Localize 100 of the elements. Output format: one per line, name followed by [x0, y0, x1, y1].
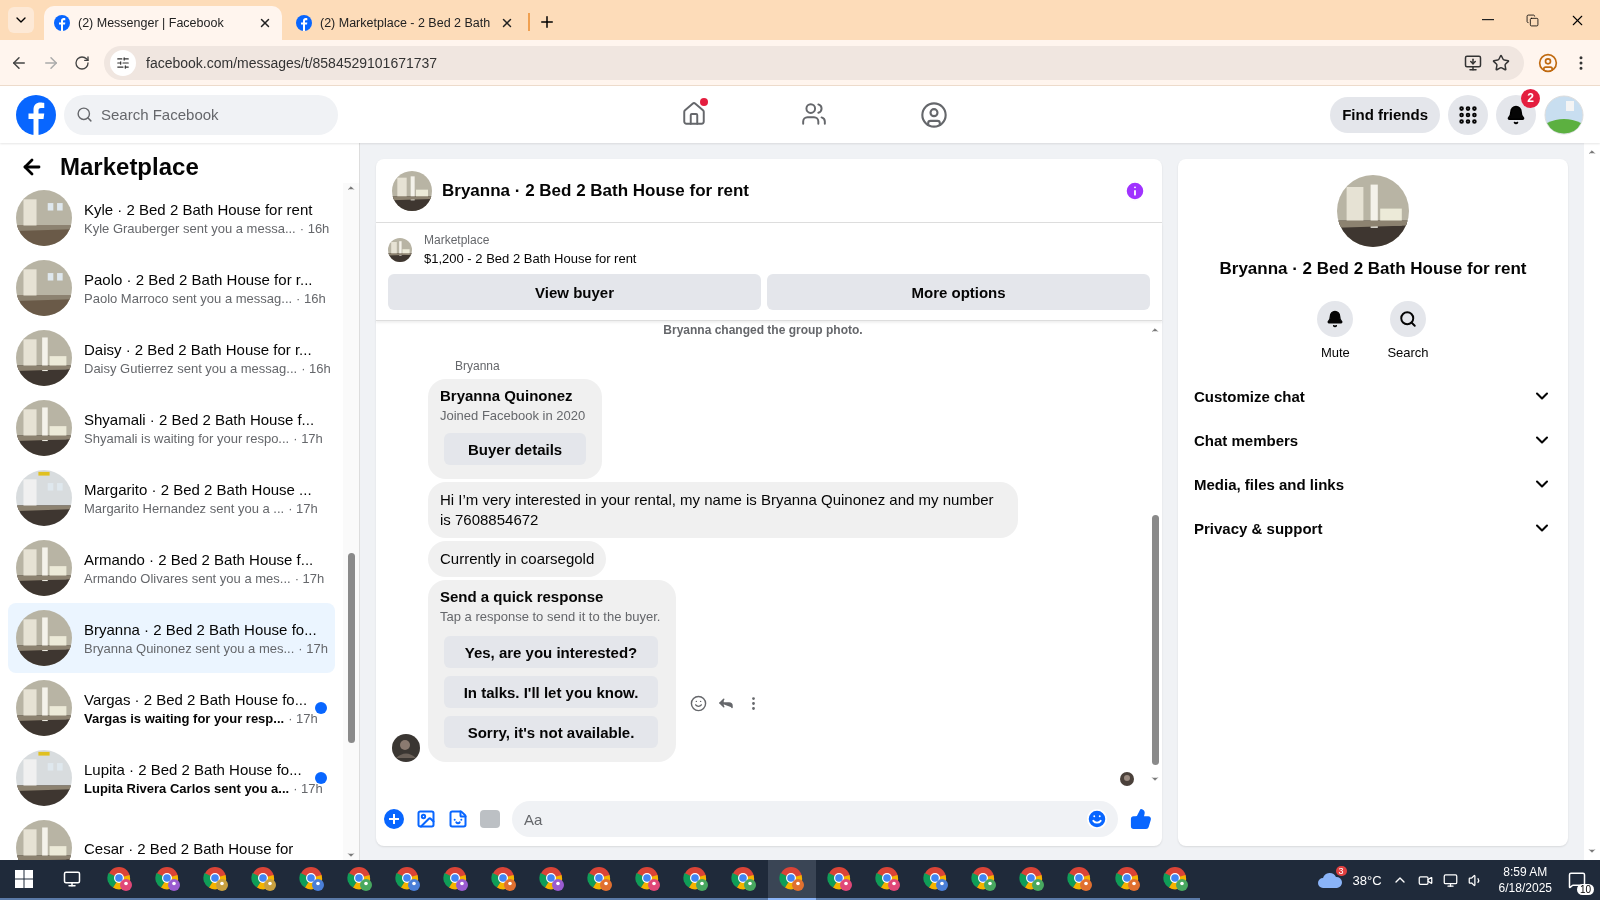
conversation-item[interactable]: Armando · 2 Bed 2 Bath House f... Armando Olivares sent you a mes... · 17h: [8, 533, 335, 603]
message-input[interactable]: Aa: [512, 801, 1118, 837]
conversation-title: Lupita · 2 Bed 2 Bath House fo...: [84, 760, 303, 778]
conversation-item[interactable]: Vargas · 2 Bed 2 Bath House fo... Vargas is waiting for your resp... · 17h: [8, 673, 335, 743]
conversation-item[interactable]: Margarito · 2 Bed 2 Bath House ... Margarito Hernandez sent you a ... · 17h: [8, 463, 335, 533]
notifications-button[interactable]: [1496, 94, 1536, 135]
conversation-item[interactable]: Bryanna · 2 Bed 2 Bath House fo... Bryanna Quinonez sent you a mes... · 17h: [8, 603, 335, 673]
browser-tab[interactable]: (2) Marketplace - 2 Bed 2 Bath: [286, 6, 524, 40]
browser-icon[interactable]: [779, 866, 805, 892]
emoji-icon[interactable]: [1086, 808, 1108, 830]
action-button[interactable]: More options: [767, 274, 1150, 310]
browser-icon[interactable]: [875, 866, 901, 892]
message-time: · 16h: [299, 220, 330, 236]
browser-icon[interactable]: [251, 866, 277, 892]
browser-icon[interactable]: [107, 866, 133, 892]
clock[interactable]: 8:59 AM 6/18/2025: [1492, 864, 1558, 896]
browser-icon[interactable]: [539, 866, 565, 892]
menu-button[interactable]: [1448, 94, 1488, 135]
browser-icon[interactable]: [203, 866, 229, 892]
scroll-down-icon[interactable]: [346, 850, 356, 860]
search-field[interactable]: Search Facebook: [64, 94, 338, 135]
scrollbar[interactable]: [343, 183, 359, 860]
system-note: Bryanna changed the group photo.: [663, 323, 863, 337]
bell-icon: [1506, 104, 1526, 125]
conversation-item[interactable]: Daisy · 2 Bed 2 Bath House for r... Daisy Gutierrez sent you a messag... · 16h: [8, 323, 335, 393]
tab-list-button[interactable]: [8, 7, 34, 33]
action-button[interactable]: View buyer: [388, 274, 762, 310]
browser-icon[interactable]: [1115, 866, 1141, 892]
unread-dot: [315, 702, 327, 714]
scrollbar[interactable]: [1584, 143, 1600, 860]
message-preview: Paolo Marroco sent you a messag...: [84, 290, 293, 306]
avatar[interactable]: [1544, 94, 1584, 135]
start-icon[interactable]: [15, 870, 33, 888]
browser-icon[interactable]: [731, 866, 757, 892]
browser-icon[interactable]: [347, 866, 373, 892]
browser-icon[interactable]: [683, 866, 709, 892]
browser-icon[interactable]: [395, 866, 421, 892]
message-preview: Lupita Rivera Carlos sent you a...: [84, 780, 290, 796]
bookmark-icon[interactable]: [1492, 53, 1510, 72]
quick-response-button[interactable]: Sorry, it's not available.: [444, 716, 658, 748]
profile-icon[interactable]: [1538, 52, 1558, 73]
scroll-thumb[interactable]: [1151, 515, 1159, 765]
quick-response-button[interactable]: Yes, are you interested?: [444, 636, 658, 668]
add-icon[interactable]: [384, 809, 404, 829]
conversation-item[interactable]: Lupita · 2 Bed 2 Bath House fo... Lupita Rivera Carlos sent you a... · 17h: [8, 743, 335, 813]
groups-icon[interactable]: [920, 100, 949, 129]
buyer-details-button[interactable]: Buyer details: [444, 433, 587, 465]
photo-icon[interactable]: [416, 809, 436, 829]
avatar: [392, 734, 420, 762]
scroll-down-icon[interactable]: [1150, 774, 1160, 784]
task-view-icon[interactable]: [63, 870, 81, 888]
conversation-title: Margarito · 2 Bed 2 Bath House ...: [84, 480, 313, 498]
scroll-down-icon[interactable]: [1587, 846, 1597, 856]
new-tab-button[interactable]: [528, 13, 556, 31]
react-icon[interactable]: [690, 694, 708, 712]
browser-icon[interactable]: [299, 866, 325, 892]
info-icon[interactable]: [1124, 179, 1146, 202]
browser-icon[interactable]: [155, 866, 181, 892]
close-icon[interactable]: [258, 16, 272, 30]
address-bar[interactable]: facebook.com/messages/t/8584529101671737: [104, 45, 1524, 80]
browser-icon[interactable]: [971, 866, 997, 892]
browser-icon[interactable]: [1163, 866, 1189, 892]
browser-icon[interactable]: [587, 866, 613, 892]
install-icon[interactable]: [1464, 53, 1482, 72]
like-icon[interactable]: [1130, 808, 1152, 830]
scroll-up-icon[interactable]: [1150, 325, 1160, 335]
scroll-up-icon[interactable]: [346, 183, 356, 193]
find-friends-button[interactable]: Find friends: [1330, 96, 1440, 133]
browser-icon[interactable]: [635, 866, 661, 892]
section-header[interactable]: Chat members: [1186, 418, 1560, 462]
browser-icon[interactable]: [443, 866, 469, 892]
sticker-icon[interactable]: [448, 809, 468, 829]
message-preview: Shyamali is waiting for your respo...: [84, 430, 290, 446]
scroll-up-icon[interactable]: [1587, 147, 1597, 157]
browser-icon[interactable]: [827, 866, 853, 892]
site-settings-icon[interactable]: [116, 55, 130, 70]
browser-icon[interactable]: [491, 866, 517, 892]
conversation-title: Kyle · 2 Bed 2 Bath House for rent: [84, 200, 314, 218]
quick-response-button[interactable]: In talks. I'll let you know.: [444, 676, 658, 708]
tab-title: (2) Messenger | Facebook: [78, 16, 225, 30]
cloud-icon[interactable]: [1316, 870, 1343, 890]
home-icon[interactable]: [681, 100, 708, 127]
logo-icon[interactable]: [16, 94, 56, 135]
scroll-thumb[interactable]: [347, 553, 355, 743]
browser-tab[interactable]: (2) Messenger | Facebook: [44, 6, 282, 40]
section-header[interactable]: Media, files and links: [1186, 462, 1560, 506]
network-icon[interactable]: [1442, 872, 1458, 888]
browser-icon[interactable]: [1019, 866, 1045, 892]
reload-button[interactable]: [74, 54, 90, 71]
browser-icon[interactable]: [1067, 866, 1093, 892]
section-header[interactable]: Privacy & support: [1186, 506, 1560, 550]
section-header[interactable]: Customize chat: [1186, 374, 1560, 418]
people-icon[interactable]: [801, 100, 828, 127]
conversation-item[interactable]: Paolo · 2 Bed 2 Bath House for r... Paolo Marroco sent you a messag... · 16h: [8, 253, 335, 323]
close-icon[interactable]: [500, 16, 514, 30]
conversation-title: Shyamali · 2 Bed 2 Bath House f...: [84, 410, 316, 428]
sender-name: Bryanna: [455, 359, 501, 373]
browser-icon[interactable]: [923, 866, 949, 892]
conversation-item[interactable]: Shyamali · 2 Bed 2 Bath House f... Shyamali is waiting for your respo... · 17h: [8, 393, 335, 463]
conversation-item[interactable]: Kyle · 2 Bed 2 Bath House for rent Kyle Grauberger sent you a messa... · 16h: [8, 183, 335, 253]
